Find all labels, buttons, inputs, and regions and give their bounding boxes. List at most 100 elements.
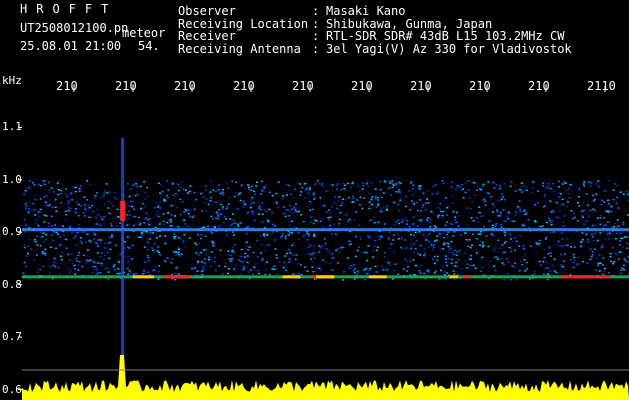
noise-dot — [257, 269, 260, 272]
noise-dot — [394, 263, 397, 265]
noise-dot — [118, 196, 120, 198]
noise-dot — [48, 204, 51, 206]
noise-dot — [66, 195, 69, 198]
noise-dot — [423, 272, 426, 275]
noise-dot — [77, 268, 80, 271]
noise-dot — [40, 184, 43, 187]
noise-dot — [447, 251, 450, 253]
noise-dot — [238, 259, 241, 261]
noise-dot — [343, 187, 346, 190]
noise-dot — [218, 209, 220, 211]
noise-dot — [59, 236, 62, 238]
noise-dot — [400, 212, 403, 214]
noise-dot — [138, 216, 141, 219]
noise-dot — [199, 226, 202, 228]
noise-dot — [607, 211, 610, 213]
noise-dot — [531, 187, 534, 189]
noise-dot — [57, 266, 60, 269]
noise-dot — [448, 249, 451, 251]
noise-dot — [181, 200, 184, 203]
noise-dot — [204, 189, 207, 191]
noise-dot — [581, 260, 584, 263]
noise-dot — [26, 264, 29, 266]
noise-dot — [205, 254, 208, 256]
noise-dot — [479, 203, 482, 205]
noise-dot — [231, 223, 234, 225]
noise-dot — [599, 214, 602, 217]
noise-dot — [502, 195, 504, 198]
noise-dot — [412, 224, 415, 226]
noise-dot — [100, 262, 103, 265]
noise-dot — [542, 205, 545, 208]
noise-dot — [159, 207, 161, 209]
noise-dot — [625, 260, 628, 263]
noise-dot — [258, 272, 261, 275]
noise-dot — [427, 217, 430, 219]
noise-dot — [28, 207, 30, 210]
noise-dot — [477, 233, 480, 235]
x-tick-label: 210 — [56, 79, 78, 93]
x-tick-label: 210 — [292, 79, 314, 93]
noise-dot — [404, 205, 407, 208]
noise-dot — [216, 217, 219, 220]
noise-dot — [45, 239, 48, 241]
noise-dot — [203, 226, 206, 228]
noise-dot — [390, 243, 393, 245]
noise-dot — [350, 232, 353, 234]
noise-dot — [113, 264, 116, 266]
noise-dot — [351, 195, 354, 198]
noise-dot — [261, 202, 264, 204]
noise-dot — [426, 234, 429, 236]
noise-dot — [39, 208, 42, 211]
noise-dot — [110, 223, 112, 225]
noise-dot — [271, 223, 274, 226]
noise-dot — [386, 205, 388, 208]
noise-dot — [527, 219, 530, 221]
noise-dot — [405, 248, 408, 251]
noise-dot — [208, 258, 211, 261]
noise-dot — [143, 222, 146, 224]
noise-dot — [428, 232, 431, 235]
noise-dot — [264, 265, 266, 267]
noise-dot — [194, 267, 196, 269]
noise-dot — [146, 196, 149, 198]
noise-dot — [622, 221, 625, 224]
noise-dot — [157, 278, 160, 280]
noise-dot — [28, 180, 31, 182]
noise-dot — [247, 249, 250, 251]
noise-dot — [211, 211, 214, 213]
noise-dot — [87, 213, 90, 216]
noise-dot — [157, 182, 160, 184]
noise-dot — [97, 245, 99, 248]
noise-dot — [457, 259, 460, 261]
noise-dot — [231, 208, 234, 211]
noise-dot — [212, 245, 214, 247]
noise-dot — [314, 183, 317, 185]
noise-dot — [295, 206, 298, 209]
noise-dot — [233, 268, 235, 270]
noise-dot — [564, 244, 567, 247]
noise-dot — [236, 208, 239, 210]
noise-dot — [598, 185, 600, 188]
noise-dot — [551, 219, 554, 222]
noise-dot — [82, 221, 85, 224]
noise-dot — [340, 189, 343, 191]
noise-dot — [86, 245, 89, 247]
noise-dot — [345, 213, 348, 215]
noise-dot — [228, 245, 231, 247]
noise-dot — [225, 180, 228, 183]
noise-dot — [224, 215, 226, 218]
noise-dot — [264, 249, 267, 251]
noise-dot — [152, 265, 154, 267]
carrier-line — [22, 228, 629, 232]
noise-dot — [43, 183, 46, 186]
noise-dot — [148, 224, 151, 226]
noise-dot — [365, 183, 368, 185]
noise-dot — [547, 267, 549, 269]
noise-dot — [304, 182, 307, 185]
noise-dot — [65, 188, 68, 190]
noise-dot — [153, 207, 156, 209]
noise-dot — [95, 192, 98, 194]
noise-dot — [373, 221, 376, 224]
noise-dot — [40, 211, 43, 213]
